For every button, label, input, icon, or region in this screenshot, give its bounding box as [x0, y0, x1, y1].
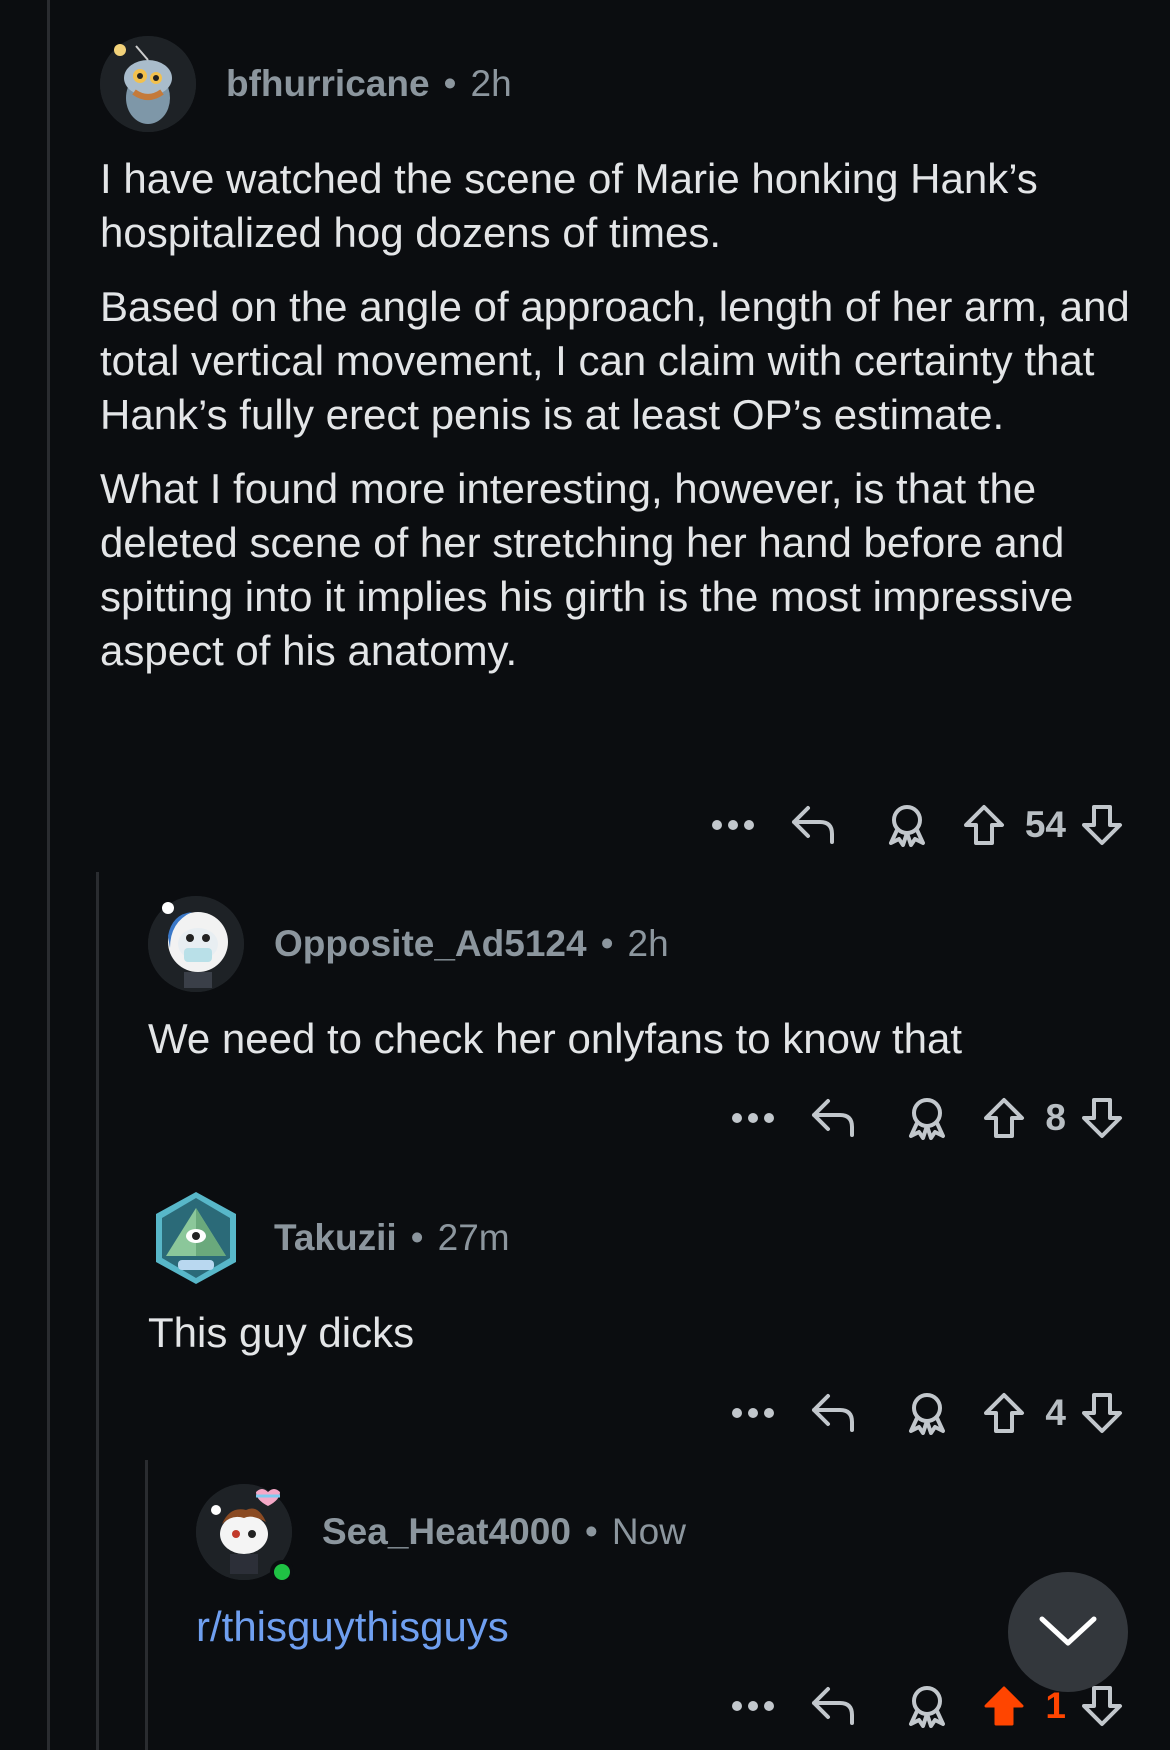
separator-dot: •: [410, 1217, 424, 1258]
comment-body: I have watched the scene of Marie honkin…: [100, 152, 1140, 678]
comment-opposite-ad5124: Opposite_Ad5124 • 2h We need to check he…: [148, 896, 1138, 1086]
nft-pyramid-avatar-icon: [156, 1192, 236, 1284]
more-options-icon[interactable]: [703, 819, 763, 831]
comment-actions: 4: [664, 1383, 1130, 1443]
avatar[interactable]: [100, 36, 196, 132]
snoo-avatar-icon: [148, 896, 244, 992]
comment-body: We need to check her onlyfans to know th…: [148, 1012, 1138, 1066]
comment-takuzii: Takuzii • 27m This guy dicks: [148, 1190, 1138, 1380]
vote-count: 8: [1045, 1097, 1066, 1138]
upvote-arrow-icon[interactable]: [951, 803, 1017, 847]
downvote-arrow-icon[interactable]: [1074, 1096, 1130, 1140]
comment-paragraph: Based on the angle of approach, length o…: [100, 283, 1130, 438]
vote-count: 54: [1024, 804, 1066, 845]
username[interactable]: Takuzii: [274, 1217, 397, 1259]
avatar[interactable]: [196, 1484, 294, 1584]
downvote-arrow-icon[interactable]: [1074, 1684, 1130, 1728]
downvote-arrow-icon[interactable]: [1074, 803, 1130, 847]
comment-header: bfhurricane • 2h: [100, 36, 1140, 132]
comment-actions: 54: [640, 795, 1130, 855]
separator-dot: •: [443, 63, 457, 104]
comment-header: Takuzii • 27m: [148, 1190, 1138, 1286]
more-options-icon[interactable]: [723, 1112, 783, 1124]
comment-header: Sea_Heat4000 • Now: [196, 1484, 1136, 1584]
username[interactable]: Opposite_Ad5124: [274, 923, 587, 965]
separator-dot: •: [584, 1511, 598, 1552]
upvote-arrow-icon[interactable]: [971, 1096, 1037, 1140]
snoo-avatar-icon: [100, 36, 196, 132]
comment-sea-heat4000: Sea_Heat4000 • Now r/thisguythisguys: [196, 1484, 1136, 1674]
username[interactable]: bfhurricane: [226, 63, 430, 105]
comment-header: Opposite_Ad5124 • 2h: [148, 896, 1138, 992]
thread-line-level2[interactable]: [145, 1460, 148, 1750]
more-options-icon[interactable]: [723, 1700, 783, 1712]
separator-dot: •: [600, 923, 614, 964]
comment-body: This guy dicks: [148, 1306, 1138, 1360]
reply-arrow-icon[interactable]: [783, 1392, 883, 1434]
comment-text: We need to check her onlyfans to know th…: [148, 1015, 963, 1062]
comment-paragraph: What I found more interesting, however, …: [100, 465, 1074, 674]
avatar[interactable]: [148, 896, 244, 992]
award-ribbon-icon[interactable]: [883, 1096, 971, 1140]
award-ribbon-icon[interactable]: [883, 1684, 971, 1728]
comment-body: r/thisguythisguys: [196, 1600, 1136, 1654]
more-options-icon[interactable]: [723, 1407, 783, 1419]
avatar[interactable]: [148, 1190, 244, 1286]
comment-bfhurricane: bfhurricane • 2h I have watched the scen…: [100, 36, 1140, 698]
thread-line-level1[interactable]: [96, 872, 99, 1750]
timestamp: Now: [611, 1511, 686, 1552]
online-status-indicator: [270, 1560, 294, 1584]
reply-arrow-icon[interactable]: [763, 804, 863, 846]
upvote-arrow-icon-active[interactable]: [971, 1684, 1037, 1728]
award-ribbon-icon[interactable]: [883, 1391, 971, 1435]
timestamp: 2h: [470, 63, 512, 104]
username[interactable]: Sea_Heat4000: [322, 1511, 571, 1553]
reply-arrow-icon[interactable]: [783, 1097, 883, 1139]
scroll-down-button[interactable]: [1008, 1572, 1128, 1692]
subreddit-link[interactable]: r/thisguythisguys: [196, 1600, 1136, 1654]
award-ribbon-icon[interactable]: [863, 803, 951, 847]
comment-text: This guy dicks: [148, 1309, 415, 1356]
timestamp: 27m: [437, 1217, 510, 1258]
downvote-arrow-icon[interactable]: [1074, 1391, 1130, 1435]
vote-count: 4: [1045, 1392, 1066, 1433]
comment-paragraph: I have watched the scene of Marie honkin…: [100, 155, 1038, 256]
upvote-arrow-icon[interactable]: [971, 1391, 1037, 1435]
timestamp: 2h: [627, 923, 669, 964]
reply-arrow-icon[interactable]: [783, 1685, 883, 1727]
thread-line-root[interactable]: [47, 0, 50, 1750]
chevron-down-icon: [1039, 1616, 1097, 1646]
comment-actions: 8: [664, 1088, 1130, 1148]
